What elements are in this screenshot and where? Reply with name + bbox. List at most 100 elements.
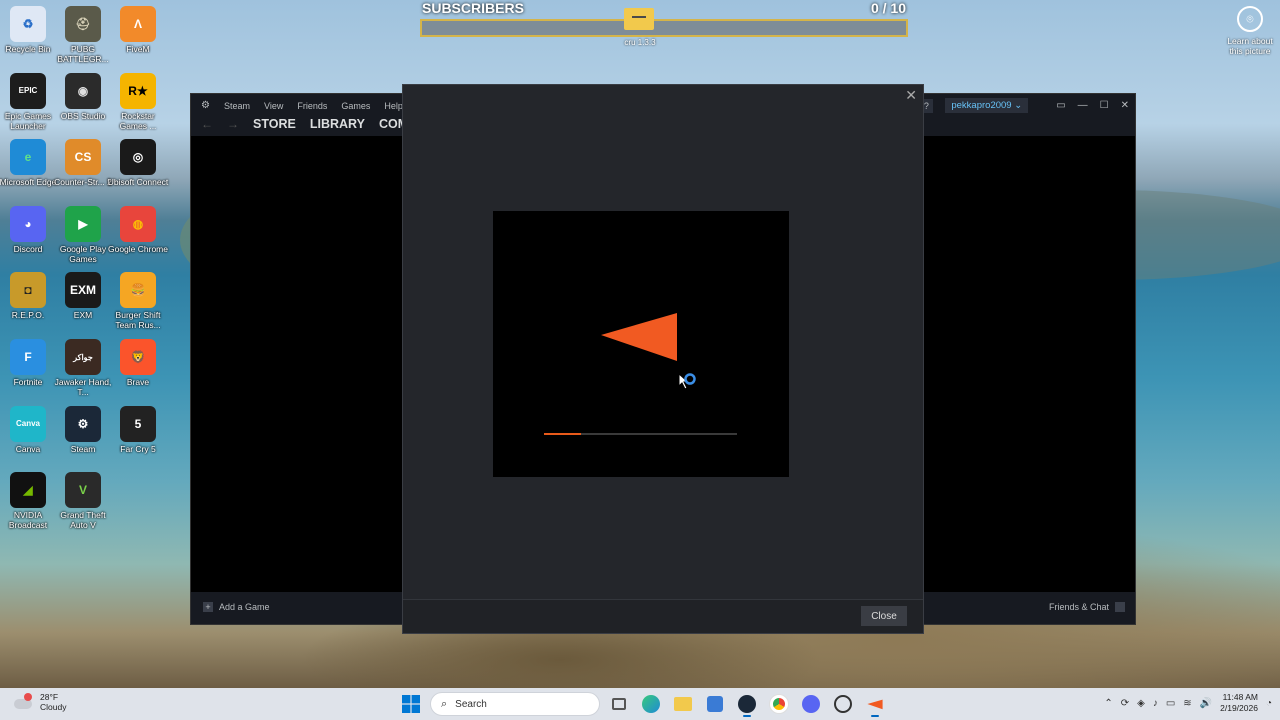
- back-arrow-icon[interactable]: ←: [201, 117, 213, 131]
- taskbar-store[interactable]: [702, 691, 728, 717]
- desktop-icon-burger-shift[interactable]: 🍔 Burger Shift Team Rus...: [110, 272, 166, 330]
- start-button[interactable]: [398, 691, 424, 717]
- battery-icon[interactable]: ▭: [1166, 698, 1175, 709]
- close-button[interactable]: Close: [861, 606, 907, 626]
- steam-menu-help[interactable]: Help: [384, 101, 403, 111]
- close-icon[interactable]: ✕: [1121, 100, 1129, 111]
- taskbar-search[interactable]: ⌕ Search: [430, 692, 600, 716]
- desktop-icon-far-cry-5[interactable]: 5 Far Cry 5: [110, 405, 166, 454]
- obs-studio-icon: ◉: [65, 72, 101, 109]
- taskbar-chrome[interactable]: [766, 691, 792, 717]
- desktop-icon-canva[interactable]: Canva Canva: [0, 405, 56, 454]
- desktop-icon-label: Ubisoft Connect: [107, 177, 169, 188]
- taskbar-steam[interactable]: [734, 691, 760, 717]
- store-icon: [707, 696, 723, 712]
- friends-chat-button[interactable]: Friends & Chat: [1049, 602, 1125, 612]
- desktop-icon-ubisoft[interactable]: ◎ Ubisoft Connect: [107, 139, 169, 188]
- discord-icon: [802, 695, 820, 713]
- steam-menu-steam[interactable]: Steam: [224, 101, 250, 111]
- dialog-close-icon[interactable]: ✕: [905, 87, 917, 104]
- notification-icon[interactable]: ◔: [1266, 698, 1272, 709]
- steam-icon: ⚙: [65, 405, 101, 442]
- desktop-icon-rockstar[interactable]: R★ Rockstar Games ...: [110, 72, 166, 131]
- weather-temperature: 28°F: [40, 692, 59, 702]
- learn-about-picture-label: Learn about this picture: [1227, 36, 1273, 56]
- brave-icon: 🦁: [120, 339, 156, 375]
- desktop-icon-label: Brave: [126, 377, 150, 387]
- steam-tab-store[interactable]: STORE: [253, 117, 296, 131]
- desktop-icon-steam[interactable]: ⚙ Steam: [55, 405, 111, 454]
- network-icon[interactable]: ◈: [1137, 698, 1145, 709]
- taskbar-file-explorer[interactable]: [670, 691, 696, 717]
- weather-text: 28°F Cloudy: [40, 692, 66, 712]
- account-dropdown[interactable]: pekkapro2009 ⌄: [945, 98, 1029, 113]
- taskbar-obs[interactable]: [830, 691, 856, 717]
- big-picture-icon[interactable]: ▭: [1056, 100, 1065, 111]
- desktop-icon-label: Recycle Bin: [5, 44, 51, 54]
- steam-logo-icon: ⚙: [201, 100, 210, 111]
- desktop-icon-jawaker[interactable]: جواكر Jawaker Hand, T...: [55, 339, 111, 397]
- add-game-label: Add a Game: [219, 602, 270, 612]
- desktop-icon-discord[interactable]: ◕ Discord: [0, 205, 56, 254]
- steam-tab-library[interactable]: LIBRARY: [310, 117, 365, 131]
- edge-icon: e: [10, 139, 46, 176]
- jawaker-icon: جواكر: [65, 339, 101, 375]
- taskbar-edge[interactable]: [638, 691, 664, 717]
- desktop-icon-brave[interactable]: 🦁 Brave: [110, 339, 166, 387]
- plus-icon: +: [203, 602, 213, 612]
- desktop-icon-edge[interactable]: e Microsoft Edge: [0, 139, 56, 187]
- search-placeholder: Search: [455, 698, 487, 710]
- sync-icon[interactable]: ⟳: [1121, 698, 1129, 709]
- desktop-icon-label: Google Chrome: [107, 243, 168, 254]
- desktop-icon-label: Discord: [13, 243, 43, 254]
- minimize-icon[interactable]: —: [1078, 100, 1088, 111]
- weather-widget[interactable]: 28°F Cloudy: [12, 692, 66, 712]
- steam-menu-games[interactable]: Games: [341, 101, 370, 111]
- desktop-icon-counter-strike[interactable]: CS Counter-Str... 2: [54, 139, 112, 187]
- desktop-icon-nvidia-broadcast[interactable]: ◢ NVIDIA Broadcast: [0, 472, 56, 530]
- loading-progress-fill: [544, 433, 581, 435]
- taskbar-discord[interactable]: [798, 691, 824, 717]
- nvidia-broadcast-icon: ◢: [10, 472, 46, 509]
- task-view-button[interactable]: [606, 691, 632, 717]
- chevron-up-icon[interactable]: ⌃: [1104, 698, 1112, 709]
- subscriber-goal: 10: [890, 0, 906, 16]
- obs-icon: [834, 695, 852, 713]
- chrome-icon: ◍: [120, 205, 156, 242]
- steam-menu-friends[interactable]: Friends: [297, 101, 327, 111]
- add-game-button[interactable]: + Add a Game: [203, 602, 270, 612]
- ubisoft-icon: ◎: [120, 139, 156, 176]
- launcher-logo-icon: [601, 313, 677, 361]
- desktop-icon-epic-games[interactable]: EPIC Epic Games Launcher: [0, 72, 56, 131]
- subscriber-separator: /: [878, 0, 891, 16]
- learn-about-picture[interactable]: ⌾ Learn about this picture: [1224, 6, 1276, 56]
- folder-icon[interactable]: [624, 8, 654, 30]
- maximize-icon[interactable]: ☐: [1100, 100, 1109, 111]
- desktop-icon-exm[interactable]: EXM EXM: [55, 272, 111, 320]
- desktop-icon-repo[interactable]: ◘ R.E.P.O.: [0, 272, 56, 320]
- taskbar-launcher[interactable]: [862, 691, 888, 717]
- taskbar-apps: ⌕ Search: [398, 691, 888, 717]
- desktop-icon-fivem[interactable]: Λ FiveM: [110, 6, 166, 54]
- forward-arrow-icon[interactable]: →: [227, 117, 239, 131]
- pubg-icon: ⛑: [65, 6, 101, 42]
- desktop-icon-recycle-bin[interactable]: ♻ Recycle Bin: [0, 6, 56, 54]
- fortnite-icon: F: [10, 339, 46, 375]
- desktop-icon-label: EXM: [73, 310, 93, 321]
- desktop-icon-chrome[interactable]: ◍ Google Chrome: [107, 205, 168, 254]
- clock[interactable]: 11:48 AM 2/19/2026: [1220, 692, 1258, 714]
- microphone-icon[interactable]: ♪: [1153, 698, 1158, 709]
- steam-menu-bar: ⚙ Steam View Friends Games Help: [201, 100, 403, 111]
- desktop-icon-fortnite[interactable]: F Fortnite: [0, 339, 56, 387]
- desktop-icon-obs-studio[interactable]: ◉ OBS Studio: [55, 72, 111, 121]
- epic-games-icon: EPIC: [10, 72, 46, 109]
- volume-icon[interactable]: 🔊: [1200, 698, 1212, 709]
- desktop-icon-gta-v[interactable]: V Grand Theft Auto V: [55, 472, 111, 530]
- desktop-icon-google-play-games[interactable]: ▶ Google Play Games: [55, 205, 111, 264]
- subscriber-goal-title: SUBSCRIBERS: [422, 0, 524, 16]
- desktop-icon-pubg[interactable]: ⛑ PUBG BATTLEGR...: [55, 6, 111, 64]
- steam-menu-view[interactable]: View: [264, 101, 283, 111]
- steam-window-controls: ? pekkapro2009 ⌄ ▭ — ☐ ✕: [919, 98, 1129, 113]
- folder-icon: [674, 697, 692, 711]
- wifi-icon[interactable]: ≋: [1183, 698, 1191, 709]
